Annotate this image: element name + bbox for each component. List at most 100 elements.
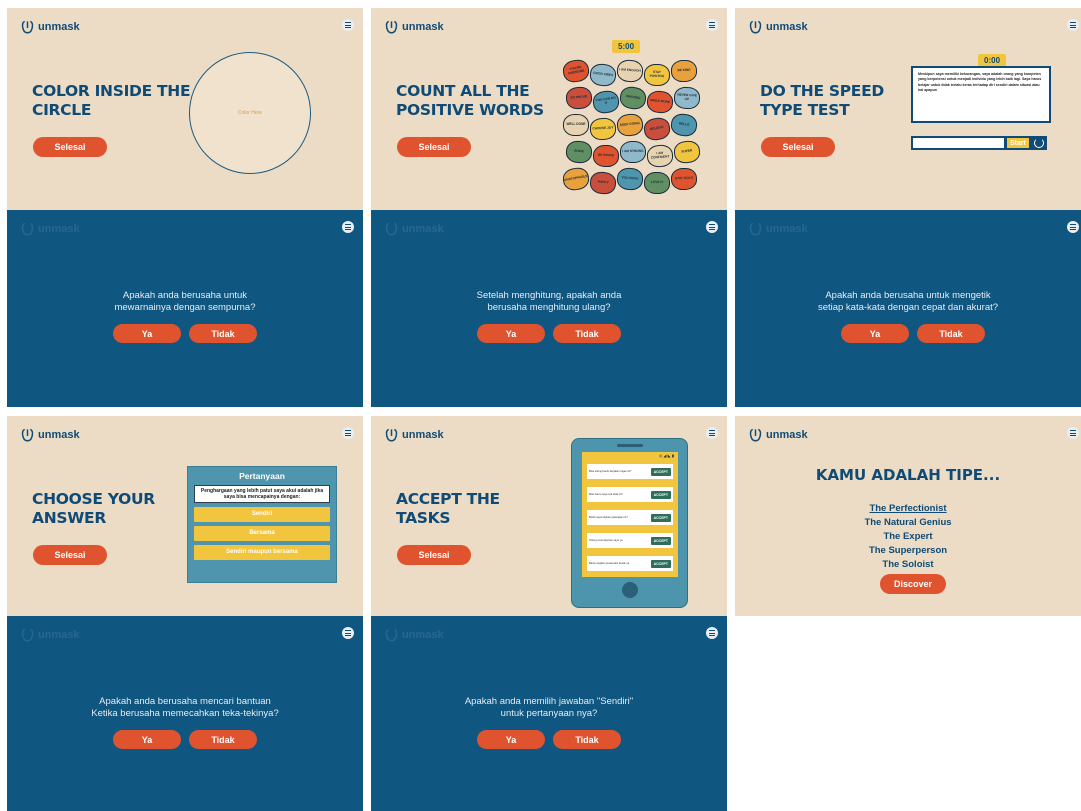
start-button[interactable]: Start	[1007, 138, 1029, 148]
menu-button[interactable]	[342, 19, 354, 31]
accept-button[interactable]: ACCEPT	[650, 536, 671, 545]
unmask-logo[interactable]: unmask	[21, 19, 80, 35]
unmask-logo[interactable]: unmask	[21, 427, 80, 443]
status-bar-icons: ◎ ◢ ◣ ▮	[658, 453, 674, 458]
task-text: Mau bantu saya cek data ini?	[589, 493, 623, 496]
ya-button[interactable]: Ya	[841, 324, 909, 343]
selesai-button[interactable]: Selesai	[761, 137, 835, 157]
page-title: DO THE SPEED TYPE TEST	[760, 82, 884, 119]
option-sendiri[interactable]: Sendiri	[194, 507, 330, 522]
type-list: The Perfectionist The Natural Genius The…	[735, 502, 1081, 572]
positive-word-bubble: STAY GOLD	[670, 167, 698, 191]
positive-word-bubble: YOU CAN DO IT	[591, 89, 621, 115]
unmask-logo[interactable]: unmask	[749, 427, 808, 443]
menu-button[interactable]	[706, 627, 718, 639]
menu-button[interactable]	[706, 427, 718, 439]
positive-word-bubble: YOU ROCK	[616, 167, 644, 191]
ya-button[interactable]: Ya	[477, 730, 545, 749]
task-text: Bantu siapkan presentasi besok ya	[589, 562, 630, 565]
accept-button[interactable]: ACCEPT	[650, 559, 671, 568]
type-link-superperson[interactable]: The Superperson	[735, 544, 1081, 558]
positive-word-bubble: BE KIND	[670, 59, 698, 83]
mask-logo-icon	[21, 428, 34, 442]
type-link-soloist[interactable]: The Soloist	[735, 558, 1081, 572]
reload-icon[interactable]	[1033, 138, 1044, 148]
menu-button[interactable]	[1067, 427, 1079, 439]
page-title: ACCEPT THE TASKS	[396, 490, 500, 527]
accept-button[interactable]: ACCEPT	[650, 467, 671, 476]
accept-button[interactable]: ACCEPT	[650, 490, 671, 499]
positive-word-bubble: STAY POSITIVE	[643, 63, 671, 87]
option-bersama[interactable]: Bersama	[194, 526, 330, 541]
menu-button[interactable]	[342, 221, 354, 233]
menu-button[interactable]	[342, 427, 354, 439]
ya-button[interactable]: Ya	[113, 730, 181, 749]
positive-word-bubble: BE BRAVE	[592, 144, 620, 168]
positive-word-bubble: SUPER	[672, 139, 702, 165]
question-text: Setelah menghitung, apakah anda berusaha…	[476, 290, 622, 313]
selesai-button[interactable]: Selesai	[33, 137, 107, 157]
menu-button[interactable]	[706, 19, 718, 31]
discover-button[interactable]: Discover	[880, 574, 946, 594]
task-row: Boleh saya titipkan pekerjaan ini? ACCEPT	[587, 510, 673, 525]
mask-logo-icon	[385, 20, 398, 34]
selesai-button[interactable]: Selesai	[397, 545, 471, 565]
mask-logo-icon	[749, 428, 762, 442]
brand-name: unmask	[38, 21, 80, 33]
positive-word-bubble: WELL DONE	[563, 114, 589, 136]
positive-word-bubble: SMILE MORE	[645, 89, 675, 115]
mask-logo-icon	[21, 222, 34, 236]
selesai-button[interactable]: Selesai	[397, 137, 471, 157]
mask-logo-icon	[749, 222, 762, 236]
unmask-logo-faded: unmask	[385, 627, 444, 643]
panel-speed-type-top: unmask DO THE SPEED TYPE TEST Selesai 0:…	[735, 8, 1081, 210]
panel-accept-tasks-top: unmask ACCEPT THE TASKS Selesai ◎ ◢ ◣ ▮ …	[371, 416, 727, 616]
positive-word-bubble: KEEP GOING	[615, 112, 645, 138]
tidak-button[interactable]: Tidak	[189, 730, 257, 749]
menu-button[interactable]	[706, 221, 718, 233]
brand-name: unmask	[766, 429, 808, 441]
menu-button[interactable]	[1067, 221, 1079, 233]
positive-word-bubble: CHOOSE JOY	[589, 117, 617, 141]
menu-button[interactable]	[1067, 19, 1079, 31]
accept-button[interactable]: ACCEPT	[650, 513, 671, 522]
tidak-button[interactable]: Tidak	[553, 730, 621, 749]
type-link-natural-genius[interactable]: The Natural Genius	[735, 516, 1081, 530]
page-title: CHOOSE YOUR ANSWER	[32, 490, 155, 527]
selesai-button[interactable]: Selesai	[33, 545, 107, 565]
color-circle-canvas[interactable]: Color Here	[189, 52, 311, 174]
menu-button[interactable]	[342, 627, 354, 639]
ya-button[interactable]: Ya	[477, 324, 545, 343]
type-link-perfectionist[interactable]: The Perfectionist	[735, 502, 1081, 516]
tidak-button[interactable]: Tidak	[917, 324, 985, 343]
positive-word-bubble: HELLO	[669, 112, 699, 138]
phone-mockup: ◎ ◢ ◣ ▮ Bisa tolong bantu kerjakan tugas…	[571, 438, 688, 608]
positive-word-bubble: I AM ENOUGH	[616, 59, 644, 83]
type-link-expert[interactable]: The Expert	[735, 530, 1081, 544]
brand-name: unmask	[766, 21, 808, 33]
question-text: Apakah anda memilih jawaban "Sendiri" un…	[464, 696, 634, 719]
phone-speaker	[617, 444, 643, 447]
unmask-logo-faded: unmask	[385, 221, 444, 237]
tidak-button[interactable]: Tidak	[553, 324, 621, 343]
mask-logo-icon	[385, 428, 398, 442]
option-sendiri-maupun-bersama[interactable]: Sendiri maupun bersama	[194, 545, 330, 560]
card-heading: Pertanyaan	[239, 471, 285, 481]
page-title: COUNT ALL THE POSITIVE WORDS	[396, 82, 544, 119]
positive-word-bubble: AMAZING	[618, 85, 648, 111]
tidak-button[interactable]: Tidak	[189, 324, 257, 343]
panel-choose-answer-top: unmask CHOOSE YOUR ANSWER Selesai Pertan…	[7, 416, 363, 616]
ya-button[interactable]: Ya	[113, 324, 181, 343]
unmask-logo-faded: unmask	[749, 221, 808, 237]
unmask-logo[interactable]: unmask	[385, 19, 444, 35]
unmask-logo[interactable]: unmask	[385, 427, 444, 443]
panel-choose-answer-question: unmask Apakah anda berusaha mencari bant…	[7, 616, 363, 811]
positive-word-bubble: HAPPY	[588, 170, 618, 196]
typing-input[interactable]	[913, 138, 1004, 148]
unmask-logo[interactable]: unmask	[749, 19, 808, 35]
positive-word-bubble: I AM STRONG	[619, 140, 647, 164]
panel-color-circle-top: unmask COLOR INSIDE THE CIRCLE Selesai C…	[7, 8, 363, 210]
panel-accept-tasks-question: unmask Apakah anda memilih jawaban "Send…	[371, 616, 727, 811]
panel-speed-type-question: unmask Apakah anda berusaha untuk menget…	[735, 210, 1081, 407]
unmask-logo-faded: unmask	[21, 221, 80, 237]
